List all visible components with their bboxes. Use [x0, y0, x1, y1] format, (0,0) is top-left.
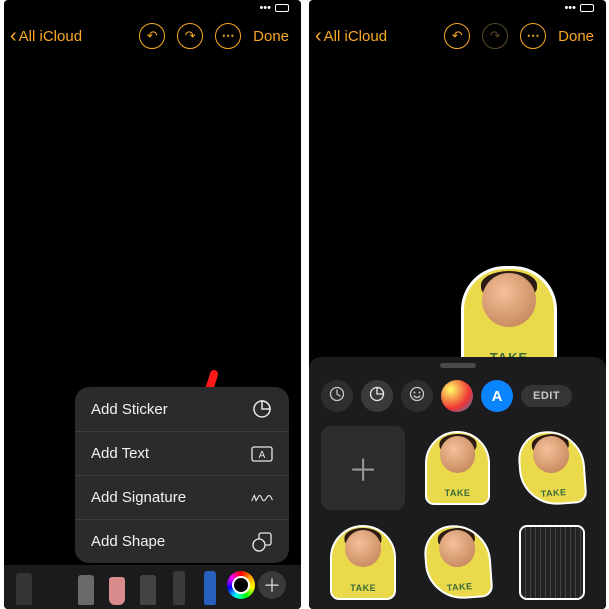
chevron-left-icon: ‹ — [315, 25, 322, 48]
signal-icon: ••• — [564, 2, 576, 14]
add-menu-popup: Add Sticker Add Text A Add Signature Add… — [75, 387, 289, 563]
add-signature-item[interactable]: Add Signature — [75, 475, 289, 519]
sticker-cell[interactable]: TAKE — [415, 426, 499, 510]
redo-button[interactable]: ↷ — [177, 23, 203, 49]
signature-icon — [251, 487, 273, 509]
back-label: All iCloud — [19, 28, 82, 45]
text-box-icon: A — [251, 443, 273, 465]
color-picker-button[interactable] — [227, 571, 255, 599]
back-button[interactable]: ‹ All iCloud — [315, 25, 387, 48]
drawer-handle[interactable] — [440, 363, 476, 368]
status-bar: ••• — [4, 0, 301, 16]
done-button[interactable]: Done — [558, 28, 600, 45]
tool-lasso[interactable] — [134, 567, 162, 605]
drawer-tabs: A EDIT — [309, 376, 606, 416]
edit-stickers-button[interactable]: EDIT — [521, 385, 572, 407]
sticker-cell[interactable]: TAKE — [415, 520, 499, 604]
clock-icon — [329, 386, 345, 406]
more-button[interactable]: ⋯ — [520, 23, 546, 49]
undo-button[interactable]: ↶ — [139, 23, 165, 49]
markup-toolbar: ＋ — [4, 565, 301, 609]
tab-recent[interactable] — [321, 380, 353, 412]
add-text-item[interactable]: Add Text A — [75, 431, 289, 475]
more-button[interactable]: ⋯ — [215, 23, 241, 49]
nav-bar: ‹ All iCloud ↶ ↷ ⋯ Done — [4, 16, 301, 56]
status-bar: ••• — [309, 0, 606, 16]
menu-label: Add Sticker — [91, 401, 168, 418]
sticker-outline-icon — [251, 398, 273, 420]
redo-button[interactable]: ↷ — [482, 23, 508, 49]
nav-bar: ‹ All iCloud ↶ ↷ ⋯ Done — [309, 16, 606, 56]
redo-icon: ↷ — [490, 28, 501, 44]
tool-marker[interactable] — [72, 567, 100, 605]
phone-screenshot-right: ••• ‹ All iCloud ↶ ↷ ⋯ Done TAKE — [309, 0, 606, 609]
sticker-cell[interactable] — [510, 520, 594, 604]
emoji-icon — [409, 386, 425, 406]
appstore-icon: A — [492, 388, 503, 405]
chevron-left-icon: ‹ — [10, 25, 17, 48]
sticker-drawer: A EDIT ＋ TAKE TAKE TAKE TAKE — [309, 357, 606, 609]
phone-screenshot-left: ••• ‹ All iCloud ↶ ↷ ⋯ Done — [4, 0, 301, 609]
menu-label: Add Text — [91, 445, 149, 462]
shapes-icon — [251, 531, 273, 553]
svg-text:A: A — [259, 450, 266, 461]
tool-pen[interactable] — [41, 567, 69, 605]
sticker-outline-icon — [369, 386, 385, 406]
back-label: All iCloud — [324, 28, 387, 45]
undo-icon: ↶ — [452, 28, 463, 44]
add-sticker-item[interactable]: Add Sticker — [75, 387, 289, 431]
tab-appstore[interactable]: A — [481, 380, 513, 412]
sticker-cell[interactable]: TAKE — [321, 520, 405, 604]
tab-emoji[interactable] — [401, 380, 433, 412]
add-sticker-cell[interactable]: ＋ — [321, 426, 405, 510]
tab-stickers[interactable] — [361, 380, 393, 412]
add-button[interactable]: ＋ — [258, 571, 286, 599]
undo-button[interactable]: ↶ — [444, 23, 470, 49]
sticker-grid: ＋ TAKE TAKE TAKE TAKE — [309, 416, 606, 605]
plus-icon: ＋ — [348, 446, 378, 490]
battery-icon — [580, 4, 594, 12]
tool-pencil[interactable] — [10, 567, 38, 605]
menu-label: Add Shape — [91, 533, 165, 550]
done-button[interactable]: Done — [253, 28, 295, 45]
tool-brush[interactable] — [196, 567, 224, 605]
signal-icon: ••• — [259, 2, 271, 14]
current-color-swatch — [232, 576, 250, 594]
tool-ruler[interactable] — [165, 567, 193, 605]
more-icon: ⋯ — [527, 28, 540, 44]
tab-memoji[interactable] — [441, 380, 473, 412]
tool-eraser[interactable] — [103, 567, 131, 605]
undo-icon: ↶ — [147, 28, 158, 44]
battery-icon — [275, 4, 289, 12]
add-shape-item[interactable]: Add Shape — [75, 519, 289, 563]
status-right: ••• — [259, 2, 289, 14]
redo-icon: ↷ — [185, 28, 196, 44]
back-button[interactable]: ‹ All iCloud — [10, 25, 82, 48]
plus-icon: ＋ — [263, 572, 281, 598]
menu-label: Add Signature — [91, 489, 186, 506]
sticker-cell[interactable]: TAKE — [510, 426, 594, 510]
more-icon: ⋯ — [222, 28, 235, 44]
